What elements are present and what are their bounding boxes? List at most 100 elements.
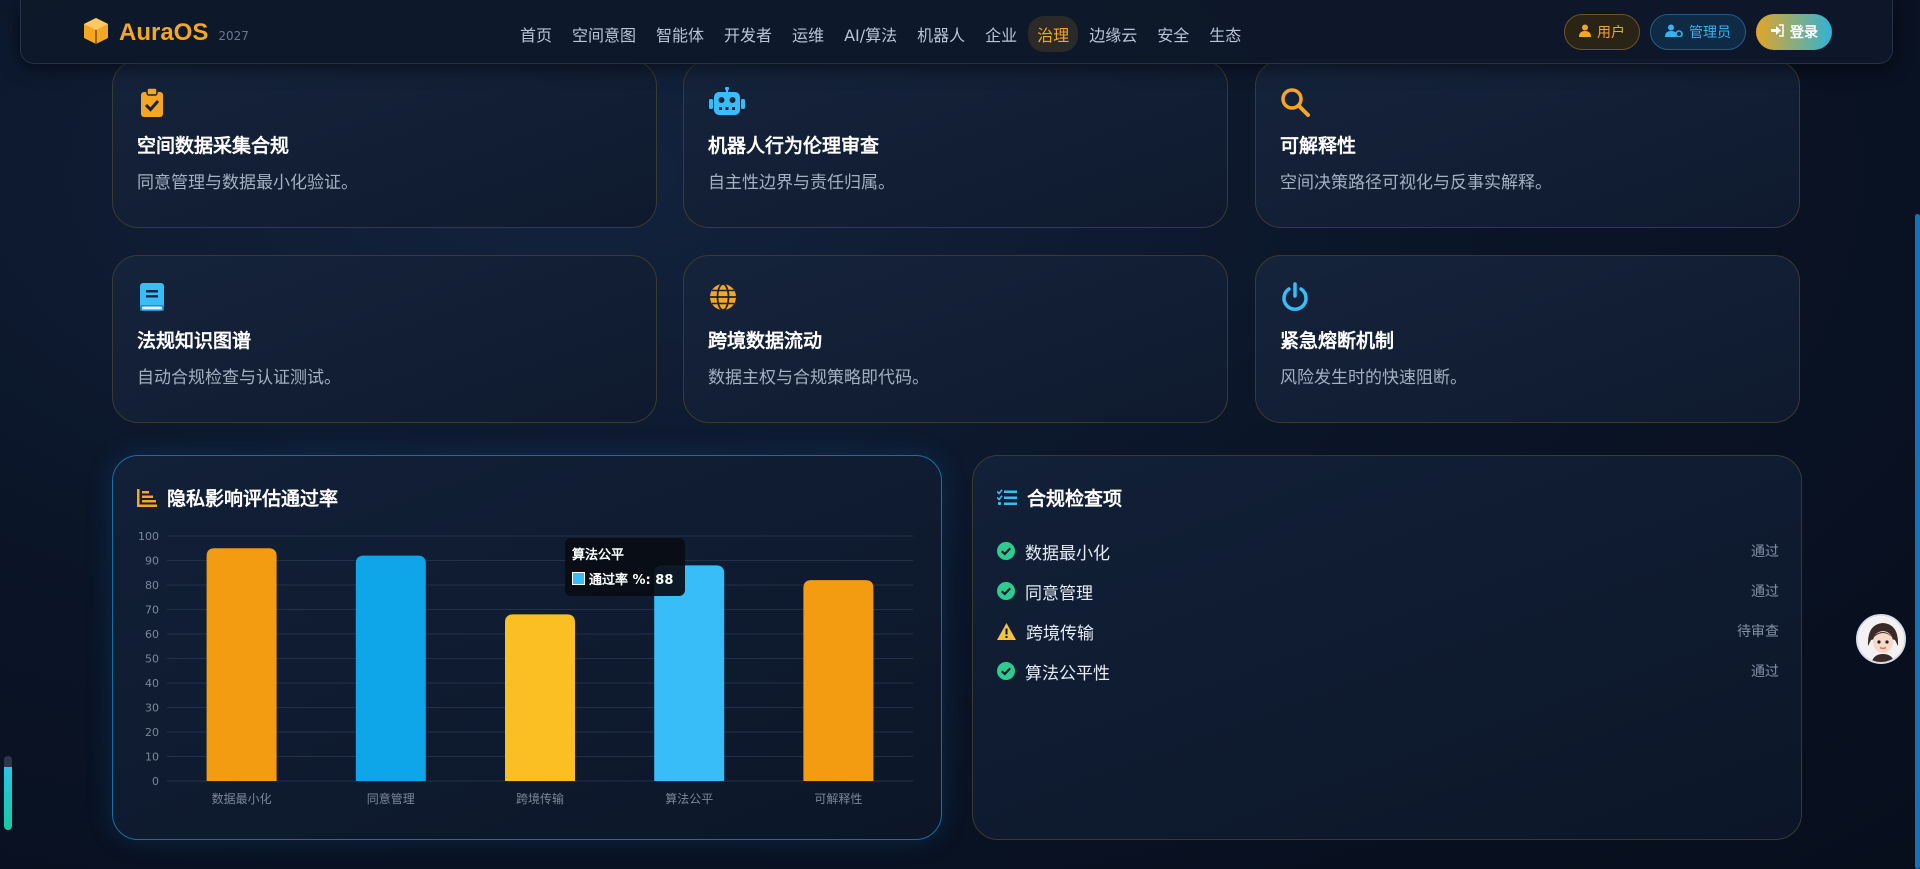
y-tick-label: 70	[145, 604, 159, 617]
tooltip-title: 算法公平	[572, 548, 625, 563]
check-item-left: 跨境传输	[997, 619, 1094, 644]
user-icon	[1579, 24, 1591, 41]
compliance-check-list: 数据最小化 通过 同意管理 通过 跨境传输 待审查 算法公平性 通过	[997, 531, 1779, 691]
nav-item[interactable]: 首页	[511, 16, 561, 52]
chart-panel-title: 隐私影响评估通过率	[167, 488, 339, 510]
brand-name: AuraOS	[119, 19, 209, 46]
nav-item[interactable]: 治理	[1028, 16, 1079, 52]
warning-icon	[997, 622, 1016, 640]
nav-item[interactable]: 空间意图	[563, 16, 645, 52]
card-desc: 空间决策路径可视化与反事实解释。	[1280, 173, 1552, 193]
main-nav: 首页 空间意图 智能体 开发者 运维 AI/算法 机器人 企业 治理 边缘云 安全 生态	[511, 16, 1250, 52]
nav-item[interactable]: 运维	[783, 16, 833, 52]
chart-panel-header: 隐私影响评估通过率	[137, 484, 338, 511]
card-desc: 自动合规检查与认证测试。	[137, 368, 341, 388]
compliance-check-panel: 合规检查项 数据最小化 通过 同意管理 通过 跨境传输 待审查 算法公平性 通过	[972, 455, 1802, 840]
card-robot-ethics-review[interactable]: 机器人行为伦理审查 自主性边界与责任归属。	[683, 60, 1228, 228]
nav-actions: 用户 管理员 登录	[1564, 14, 1832, 50]
y-tick-label: 20	[145, 726, 159, 739]
x-tick-label: 同意管理	[367, 791, 415, 806]
nav-item[interactable]: 开发者	[715, 16, 781, 52]
check-item[interactable]: 跨境传输 待审查	[997, 611, 1779, 651]
y-tick-label: 50	[145, 653, 159, 666]
y-tick-label: 100	[138, 530, 159, 543]
brand-year: 2027	[218, 29, 249, 43]
sign-in-icon	[1770, 23, 1784, 41]
brand[interactable]: AuraOS 2027	[81, 16, 249, 50]
nav-item[interactable]: AI/算法	[835, 16, 906, 52]
chart-bar	[803, 580, 874, 781]
x-tick-label: 数据最小化	[212, 791, 272, 806]
card-desc: 风险发生时的快速阻断。	[1280, 368, 1467, 388]
nav-item[interactable]: 边缘云	[1080, 16, 1146, 52]
top-navbar: AuraOS 2027 首页 空间意图 智能体 开发者 运维 AI/算法 机器人 企业 治理 边缘…	[20, 0, 1893, 64]
check-item-status: 通过	[1751, 584, 1779, 600]
check-item-left: 算法公平性	[997, 659, 1110, 684]
card-spatial-data-compliance[interactable]: 空间数据采集合规 同意管理与数据最小化验证。	[112, 60, 657, 228]
login-button-label: 登录	[1790, 25, 1818, 41]
card-desc: 数据主权与合规策略即代码。	[708, 368, 929, 388]
card-emergency-circuit-breaker[interactable]: 紧急熔断机制 风险发生时的快速阻断。	[1255, 255, 1800, 423]
check-item-left: 同意管理	[997, 579, 1093, 604]
check-item[interactable]: 数据最小化 通过	[997, 531, 1779, 571]
nav-item[interactable]: 机器人	[908, 16, 974, 52]
robot-icon	[709, 87, 745, 115]
tooltip-swatch	[572, 572, 585, 585]
side-level-gauge	[4, 756, 12, 830]
check-item[interactable]: 算法公平性 通过	[997, 651, 1779, 691]
y-tick-label: 10	[145, 751, 159, 764]
privacy-impact-chart-panel: 0 10 20 30 40 50 60 70 80 90 100 数据最小化 同意管理 跨境传输 算法公平可…	[112, 455, 942, 840]
x-tick-label: 算法公平	[665, 791, 713, 806]
check-panel-header: 合规检查项	[997, 484, 1122, 511]
y-tick-label: 40	[145, 677, 159, 690]
x-tick-label: 跨境传输	[516, 791, 564, 806]
search-icon	[1281, 88, 1310, 117]
cube-logo-icon	[81, 16, 111, 50]
check-panel-title: 合规检查项	[1027, 488, 1123, 510]
check-item-left: 数据最小化	[997, 539, 1110, 564]
side-level-gauge-fill	[4, 767, 12, 830]
assistant-avatar-icon	[1858, 616, 1904, 662]
assistant-avatar[interactable]	[1856, 614, 1906, 664]
y-tick-label: 90	[145, 555, 159, 568]
chart-bar-icon	[137, 488, 157, 507]
card-title: 跨境数据流动	[708, 330, 823, 352]
check-item-status: 待审查	[1737, 624, 1779, 640]
check-item-status: 通过	[1751, 664, 1779, 680]
check-item-status: 通过	[1751, 544, 1779, 560]
y-tick-label: 30	[145, 702, 159, 715]
list-check-icon	[997, 489, 1017, 506]
card-title: 空间数据采集合规	[137, 135, 290, 157]
y-tick-label: 60	[145, 628, 159, 641]
chart-bar	[654, 565, 725, 781]
user-button-label: 用户	[1597, 25, 1625, 41]
chart-tooltip: 算法公平 通过率 %: 88	[565, 538, 685, 596]
nav-item[interactable]: 企业	[976, 16, 1026, 52]
chart-bar	[505, 614, 575, 781]
check-item-label: 跨境传输	[1026, 623, 1094, 644]
page-scrollbar[interactable]	[1915, 214, 1920, 869]
chart-bar	[206, 548, 277, 781]
card-regulation-knowledge-graph[interactable]: 法规知识图谱 自动合规检查与认证测试。	[112, 255, 657, 423]
admin-button-label: 管理员	[1689, 25, 1731, 41]
nav-item[interactable]: 安全	[1148, 16, 1198, 52]
card-desc: 自主性边界与责任归属。	[708, 173, 895, 193]
card-title: 紧急熔断机制	[1280, 330, 1395, 352]
check-item[interactable]: 同意管理 通过	[997, 571, 1779, 611]
check-item-label: 算法公平性	[1025, 663, 1110, 684]
card-explainability[interactable]: 可解释性 空间决策路径可视化与反事实解释。	[1255, 60, 1800, 228]
clipboard-check-icon	[141, 87, 163, 117]
card-title: 法规知识图谱	[137, 330, 252, 352]
nav-item[interactable]: 生态	[1200, 16, 1250, 52]
check-circle-icon	[997, 542, 1015, 560]
user-button[interactable]: 用户	[1564, 14, 1640, 50]
card-title: 可解释性	[1280, 135, 1357, 157]
y-tick-label: 0	[152, 775, 159, 788]
nav-item[interactable]: 智能体	[647, 16, 713, 52]
admin-button[interactable]: 管理员	[1650, 14, 1746, 50]
login-button[interactable]: 登录	[1756, 14, 1832, 50]
check-item-label: 同意管理	[1025, 583, 1093, 604]
check-circle-icon	[997, 662, 1015, 680]
card-cross-border-data[interactable]: 跨境数据流动 数据主权与合规策略即代码。	[683, 255, 1228, 423]
globe-icon	[710, 283, 736, 311]
